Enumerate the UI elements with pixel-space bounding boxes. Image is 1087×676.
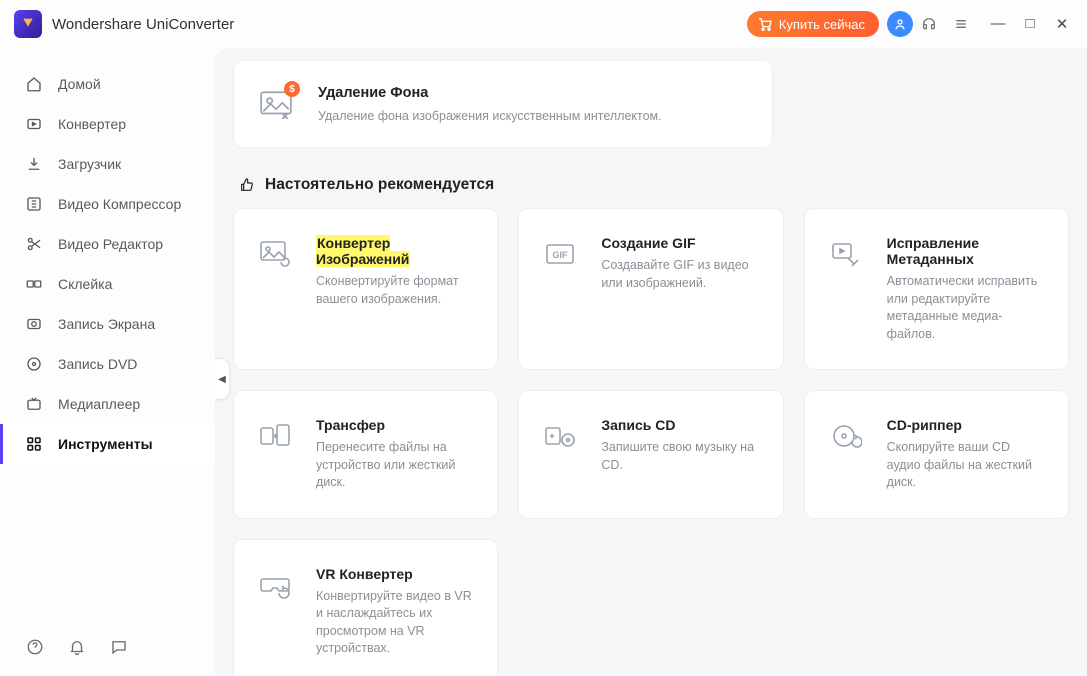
tool-card-transfer[interactable]: Трансфер Перенесите файлы на устройство … [233, 390, 498, 519]
sidebar-item-converter[interactable]: Конвертер [0, 104, 215, 144]
metadata-icon [827, 235, 865, 273]
section-title: Настоятельно рекомендуется [265, 176, 494, 194]
tool-card-desc: Перенесите файлы на устройство или жестк… [316, 439, 475, 492]
home-icon [24, 74, 44, 94]
tv-icon [24, 394, 44, 414]
help-button[interactable] [24, 636, 46, 658]
sidebar-item-label: Запись DVD [58, 356, 137, 372]
sidebar-item-label: Инструменты [58, 436, 153, 452]
merge-icon [24, 274, 44, 294]
transfer-icon [256, 417, 294, 455]
sidebar-item-compressor[interactable]: Видео Компрессор [0, 184, 215, 224]
sidebar-item-player[interactable]: Медиаплеер [0, 384, 215, 424]
tool-card-title: Запись CD [601, 417, 760, 433]
tool-card-title: Исправление Метаданных [887, 235, 1046, 267]
compress-icon [24, 194, 44, 214]
window-maximize-button[interactable]: □ [1021, 15, 1039, 33]
app-name: Wondershare UniConverter [52, 16, 234, 33]
tool-card-gif-maker[interactable]: GIF Создание GIF Создавайте GIF из видео… [518, 208, 783, 370]
tool-card-burn-cd[interactable]: Запись CD Запишите свою музыку на CD. [518, 390, 783, 519]
tool-card-desc: Скопируйте ваши CD аудио файлы на жестки… [887, 439, 1046, 492]
tool-card-title: Удаление Фона [318, 85, 662, 101]
sidebar-item-label: Склейка [58, 276, 112, 292]
sidebar-item-label: Домой [58, 76, 101, 92]
buy-now-button[interactable]: Купить сейчас [747, 11, 879, 37]
scissors-icon [24, 234, 44, 254]
sidebar-item-label: Запись Экрана [58, 316, 155, 332]
bg-remove-icon: $ [256, 85, 296, 125]
window-minimize-button[interactable]: — [989, 15, 1007, 33]
tool-card-desc: Конвертируйте видео в VR и наслаждайтесь… [316, 588, 475, 658]
tool-card-desc: Автоматически исправить или редактируйте… [887, 273, 1046, 343]
gif-icon: GIF [541, 235, 579, 273]
tool-card-desc: Создавайте GIF из видео или изображнеий. [601, 257, 760, 292]
sidebar-item-dvd[interactable]: Запись DVD [0, 344, 215, 384]
sidebar-item-editor[interactable]: Видео Редактор [0, 224, 215, 264]
tool-card-image-converter[interactable]: Конвертер Изображений Сконвертируйте фор… [233, 208, 498, 370]
sidebar-item-label: Видео Компрессор [58, 196, 181, 212]
disc-icon [24, 354, 44, 374]
sidebar-item-label: Видео Редактор [58, 236, 163, 252]
sidebar-item-label: Медиаплеер [58, 396, 140, 412]
tool-card-title: Трансфер [316, 417, 475, 433]
support-button[interactable] [913, 8, 945, 40]
titlebar: Wondershare UniConverter Купить сейчас —… [0, 0, 1087, 48]
buy-now-label: Купить сейчас [779, 17, 865, 32]
section-header: Настоятельно рекомендуется [239, 176, 1069, 194]
paid-badge-icon: $ [284, 81, 300, 97]
converter-icon [24, 114, 44, 134]
sidebar-item-downloader[interactable]: Загрузчик [0, 144, 215, 184]
main-content: ◀ $ Удаление Фона Удаление фона изображе… [215, 48, 1087, 676]
tool-card-title: Конвертер Изображений [316, 235, 475, 267]
tool-card-desc: Удаление фона изображения искусственным … [318, 107, 662, 125]
window-close-button[interactable]: ✕ [1053, 15, 1071, 33]
collapse-sidebar-button[interactable]: ◀ [215, 358, 230, 400]
app-logo [14, 10, 42, 38]
vr-icon [256, 566, 294, 604]
menu-button[interactable] [945, 8, 977, 40]
thumbs-up-icon [239, 177, 255, 193]
feedback-button[interactable] [108, 636, 130, 658]
record-icon [24, 314, 44, 334]
tool-card-bg-remove[interactable]: $ Удаление Фона Удаление фона изображени… [233, 60, 773, 148]
sidebar-item-tools[interactable]: Инструменты [0, 424, 215, 464]
tool-card-desc: Запишите свою музыку на CD. [601, 439, 760, 474]
notifications-button[interactable] [66, 636, 88, 658]
sidebar-item-label: Загрузчик [58, 156, 121, 172]
download-icon [24, 154, 44, 174]
tool-card-desc: Сконвертируйте формат вашего изображения… [316, 273, 475, 308]
cd-rip-icon [827, 417, 865, 455]
tool-card-fix-metadata[interactable]: Исправление Метаданных Автоматически исп… [804, 208, 1069, 370]
tool-card-title: VR Конвертер [316, 566, 475, 582]
tool-card-cd-ripper[interactable]: CD-риппер Скопируйте ваши CD аудио файлы… [804, 390, 1069, 519]
sidebar: Домой Конвертер Загрузчик Видео Компресс… [0, 48, 215, 676]
sidebar-item-screenrec[interactable]: Запись Экрана [0, 304, 215, 344]
burn-cd-icon [541, 417, 579, 455]
sidebar-item-home[interactable]: Домой [0, 64, 215, 104]
sidebar-item-merger[interactable]: Склейка [0, 264, 215, 304]
image-convert-icon [256, 235, 294, 273]
tool-card-vr-converter[interactable]: VR Конвертер Конвертируйте видео в VR и … [233, 539, 498, 676]
sidebar-item-label: Конвертер [58, 116, 126, 132]
user-account-button[interactable] [887, 11, 913, 37]
cart-icon [757, 16, 773, 32]
tool-card-title: CD-риппер [887, 417, 1046, 433]
grid-icon [24, 434, 44, 454]
svg-text:GIF: GIF [553, 250, 569, 260]
tool-card-title: Создание GIF [601, 235, 760, 251]
